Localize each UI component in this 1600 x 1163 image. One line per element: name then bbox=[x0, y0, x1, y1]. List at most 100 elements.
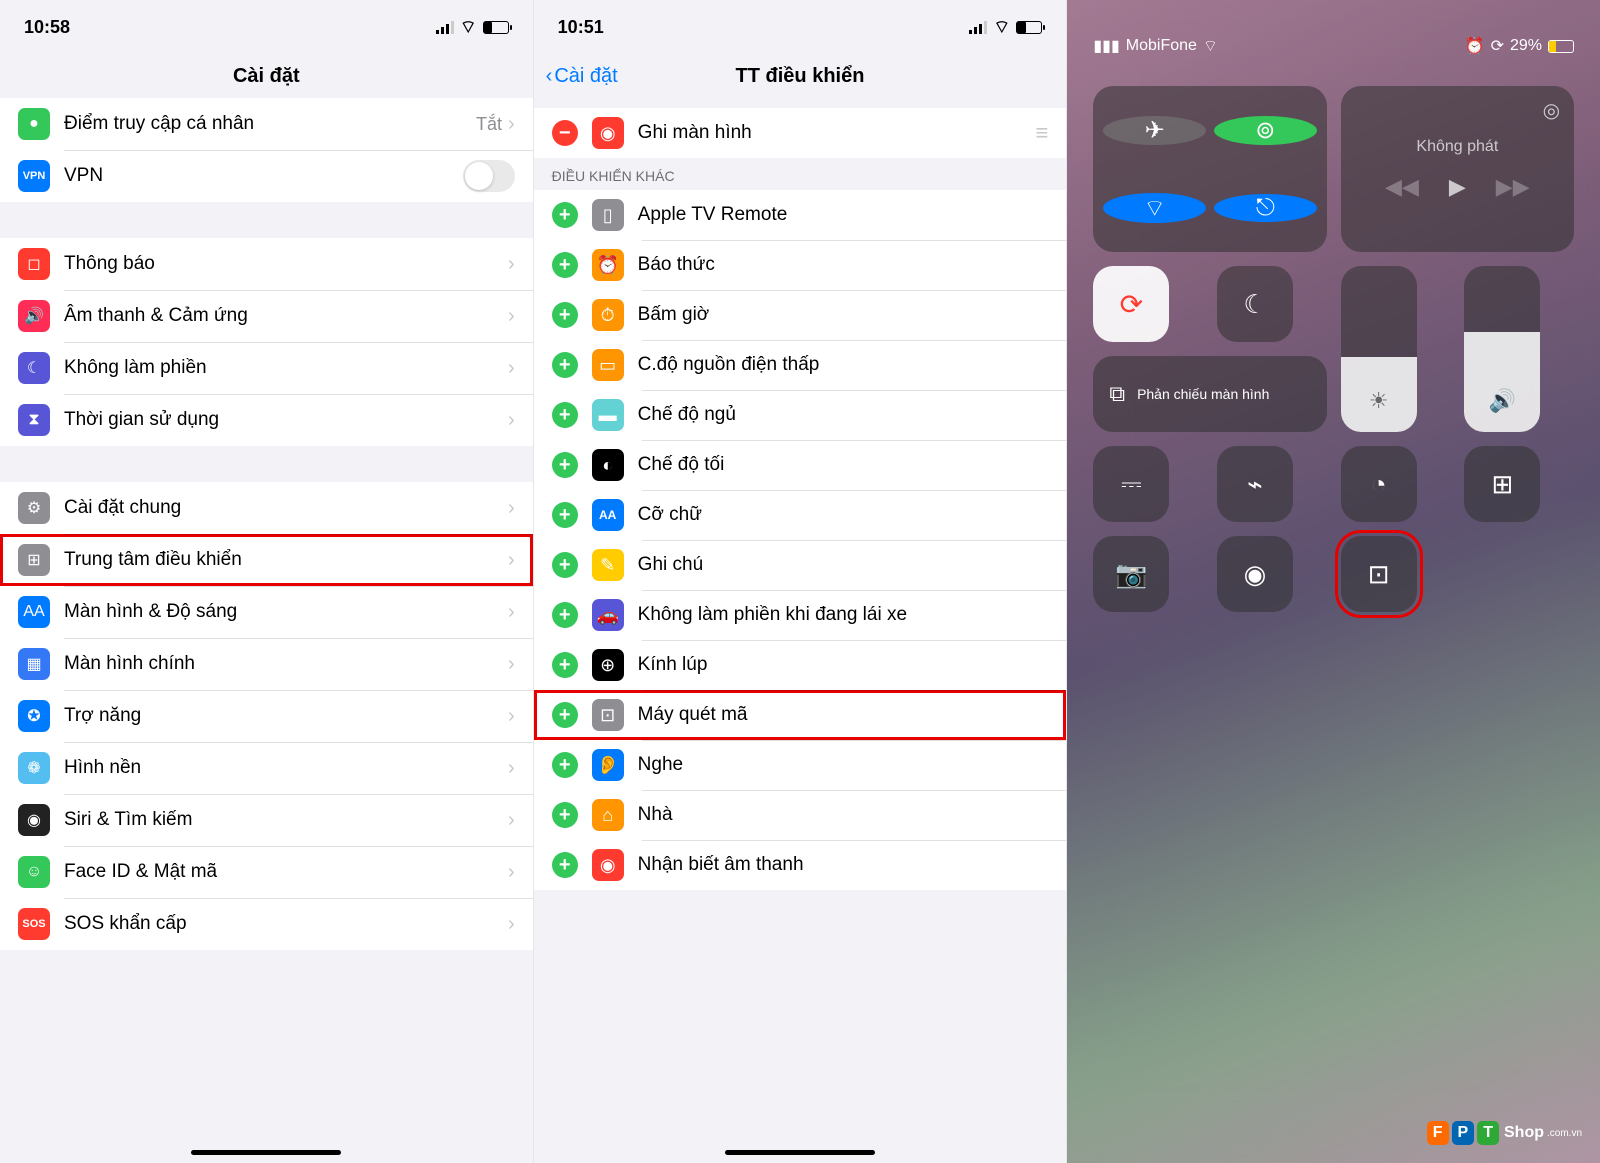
qr-scanner-button[interactable]: ⊡ bbox=[1341, 536, 1417, 612]
section-header: ĐIỀU KHIỂN KHÁC bbox=[534, 158, 1067, 190]
row-label: Thông báo bbox=[64, 253, 508, 275]
home-indicator[interactable] bbox=[191, 1150, 341, 1155]
connectivity-module[interactable]: ✈ ⊚ ⌔ ⎋ bbox=[1093, 86, 1326, 252]
chevron-right-icon: › bbox=[508, 653, 515, 676]
bluetooth-toggle[interactable]: ⎋ bbox=[1214, 194, 1317, 222]
row-label: Trung tâm điều khiển bbox=[64, 549, 508, 571]
settings-row--m-thanh-c-m-ng[interactable]: 🔊Âm thanh & Cảm ứng› bbox=[0, 290, 533, 342]
settings-row-siri-t-m-ki-m[interactable]: ◉Siri & Tìm kiếm› bbox=[0, 794, 533, 846]
settings-row-tr-n-ng[interactable]: ✪Trợ năng› bbox=[0, 690, 533, 742]
mirror-icon: ⧉ bbox=[1109, 381, 1125, 407]
chevron-right-icon: › bbox=[508, 357, 515, 380]
hourglass-icon: ⧗ bbox=[18, 404, 50, 436]
control-label: Ghi màn hình bbox=[638, 122, 1036, 144]
settings-row-sos-kh-n-c-p[interactable]: SOSSOS khẩn cấp› bbox=[0, 898, 533, 950]
screen-record-button[interactable]: ◉ bbox=[1217, 536, 1293, 612]
toggle-switch[interactable] bbox=[463, 160, 515, 192]
brightness-slider[interactable]: ☀ bbox=[1341, 266, 1417, 432]
camera-button[interactable]: 📷 bbox=[1093, 536, 1169, 612]
cellular-toggle[interactable]: ⊚ bbox=[1214, 116, 1317, 145]
settings-row-face-id-m-t-m-[interactable]: ☺Face ID & Mật mã› bbox=[0, 846, 533, 898]
home-indicator[interactable] bbox=[725, 1150, 875, 1155]
control-row-apple-tv-remote: +▯Apple TV Remote bbox=[534, 190, 1067, 240]
flashlight-button[interactable]: ⌁ bbox=[1217, 446, 1293, 522]
back-button[interactable]: ‹ Cài đặt bbox=[546, 65, 618, 88]
row-label: Màn hình chính bbox=[64, 653, 508, 675]
control-label: C.độ nguồn điện thấp bbox=[638, 354, 1049, 376]
row-label: Không làm phiền bbox=[64, 357, 508, 379]
alarm-icon: ⏰ bbox=[592, 249, 624, 281]
row-label: Thời gian sử dụng bbox=[64, 409, 508, 431]
calculator-button[interactable]: ⊞ bbox=[1464, 446, 1540, 522]
timer-button[interactable]: ◔ bbox=[1341, 446, 1417, 522]
faceid-icon: ☺ bbox=[18, 856, 50, 888]
timer-icon: ◔ bbox=[1371, 469, 1387, 500]
add-button[interactable]: + bbox=[552, 552, 578, 578]
play-icon[interactable]: ▶ bbox=[1449, 174, 1466, 200]
settings-row-th-i-gian-s-d-ng[interactable]: ⧗Thời gian sử dụng› bbox=[0, 394, 533, 446]
textsize-icon: AA bbox=[592, 499, 624, 531]
volume-slider[interactable]: 🔊 bbox=[1464, 266, 1540, 432]
add-button[interactable]: + bbox=[552, 502, 578, 528]
control-row-m-y-qu-t-m-: +⊡Máy quét mã bbox=[534, 690, 1067, 740]
settings-row-trung-t-m-i-u-khi-n[interactable]: ⊞Trung tâm điều khiển› bbox=[0, 534, 533, 586]
wifi-toggle[interactable]: ⌔ bbox=[1103, 193, 1206, 223]
settings-row-th-ng-b-o[interactable]: ◻Thông báo› bbox=[0, 238, 533, 290]
settings-row-kh-ng-l-m-phi-n[interactable]: ☾Không làm phiền› bbox=[0, 342, 533, 394]
control-row-ghi-m-n-h-nh: −◉ Ghi màn hình≡ bbox=[534, 108, 1067, 158]
volume-icon: 🔊 bbox=[1489, 388, 1516, 414]
add-button[interactable]: + bbox=[552, 402, 578, 428]
status-indicators: ⌔ bbox=[436, 16, 509, 39]
next-track-icon[interactable]: ▶▶ bbox=[1496, 174, 1530, 200]
signal-icon: ▮▮▮ bbox=[1093, 36, 1119, 56]
chevron-right-icon: › bbox=[508, 601, 515, 624]
status-bar: 10:58 ⌔ bbox=[0, 0, 533, 54]
wallpaper-icon: ❁ bbox=[18, 752, 50, 784]
drag-handle-icon[interactable]: ≡ bbox=[1036, 120, 1049, 146]
status-indicators: ⌔ bbox=[969, 16, 1042, 39]
remove-button[interactable]: − bbox=[552, 120, 578, 146]
control-row-nh-n-bi-t-m-thanh: +◉Nhận biết âm thanh bbox=[534, 840, 1067, 890]
orientation-lock-toggle[interactable]: ⟳ bbox=[1093, 266, 1169, 342]
settings-row-h-nh-n-n[interactable]: ❁Hình nền› bbox=[0, 742, 533, 794]
chevron-left-icon: ‹ bbox=[546, 65, 553, 88]
control-label: Báo thức bbox=[638, 254, 1049, 276]
add-button[interactable]: + bbox=[552, 602, 578, 628]
settings-row-c-i-t-chung[interactable]: ⚙Cài đặt chung› bbox=[0, 482, 533, 534]
add-button[interactable]: + bbox=[552, 652, 578, 678]
page-title: Cài đặt bbox=[233, 65, 300, 88]
media-status: Không phát bbox=[1416, 138, 1498, 156]
add-button[interactable]: + bbox=[552, 852, 578, 878]
add-button[interactable]: + bbox=[552, 252, 578, 278]
settings-row-m-n-h-nh-ch-nh[interactable]: ▦Màn hình chính› bbox=[0, 638, 533, 690]
control-row-b-o-th-c: + ⏰ Báo thức bbox=[534, 240, 1067, 290]
dnd-toggle[interactable]: ☾ bbox=[1217, 266, 1293, 342]
settings-row-vpn[interactable]: VPNVPN bbox=[0, 150, 533, 202]
voice-memo-button[interactable]: ⎓ bbox=[1093, 446, 1169, 522]
record-icon: ◉ bbox=[592, 117, 624, 149]
ear-icon: 👂 bbox=[592, 749, 624, 781]
screen-mirroring-button[interactable]: ⧉ Phản chiếu màn hình bbox=[1093, 356, 1326, 432]
control-label: Chế độ tối bbox=[638, 454, 1049, 476]
magnifier-icon: ⊕ bbox=[592, 649, 624, 681]
add-button[interactable]: + bbox=[552, 802, 578, 828]
calculator-icon: ⊞ bbox=[1491, 469, 1513, 500]
status-time: 10:58 bbox=[24, 17, 70, 38]
add-button[interactable]: + bbox=[552, 452, 578, 478]
speaker-icon: 🔊 bbox=[18, 300, 50, 332]
add-button[interactable]: + bbox=[552, 302, 578, 328]
battery-icon bbox=[1548, 40, 1574, 53]
airplane-toggle[interactable]: ✈ bbox=[1103, 116, 1206, 145]
qr-icon: ⊡ bbox=[592, 699, 624, 731]
page-title: TT điều khiển bbox=[736, 65, 865, 88]
add-button[interactable]: + bbox=[552, 702, 578, 728]
settings-row--i-m-truy-c-p-c-nh-n[interactable]: ●Điểm truy cập cá nhânTắt› bbox=[0, 98, 533, 150]
add-button[interactable]: + bbox=[552, 202, 578, 228]
add-button[interactable]: + bbox=[552, 752, 578, 778]
media-module[interactable]: ◎ Không phát ◀◀ ▶ ▶▶ bbox=[1341, 86, 1574, 252]
settings-row-m-n-h-nh-s-ng[interactable]: AAMàn hình & Độ sáng› bbox=[0, 586, 533, 638]
prev-track-icon[interactable]: ◀◀ bbox=[1385, 174, 1419, 200]
wifi-icon: ⌔ bbox=[1203, 36, 1218, 56]
airplay-icon[interactable]: ◎ bbox=[1543, 98, 1560, 123]
add-button[interactable]: + bbox=[552, 352, 578, 378]
